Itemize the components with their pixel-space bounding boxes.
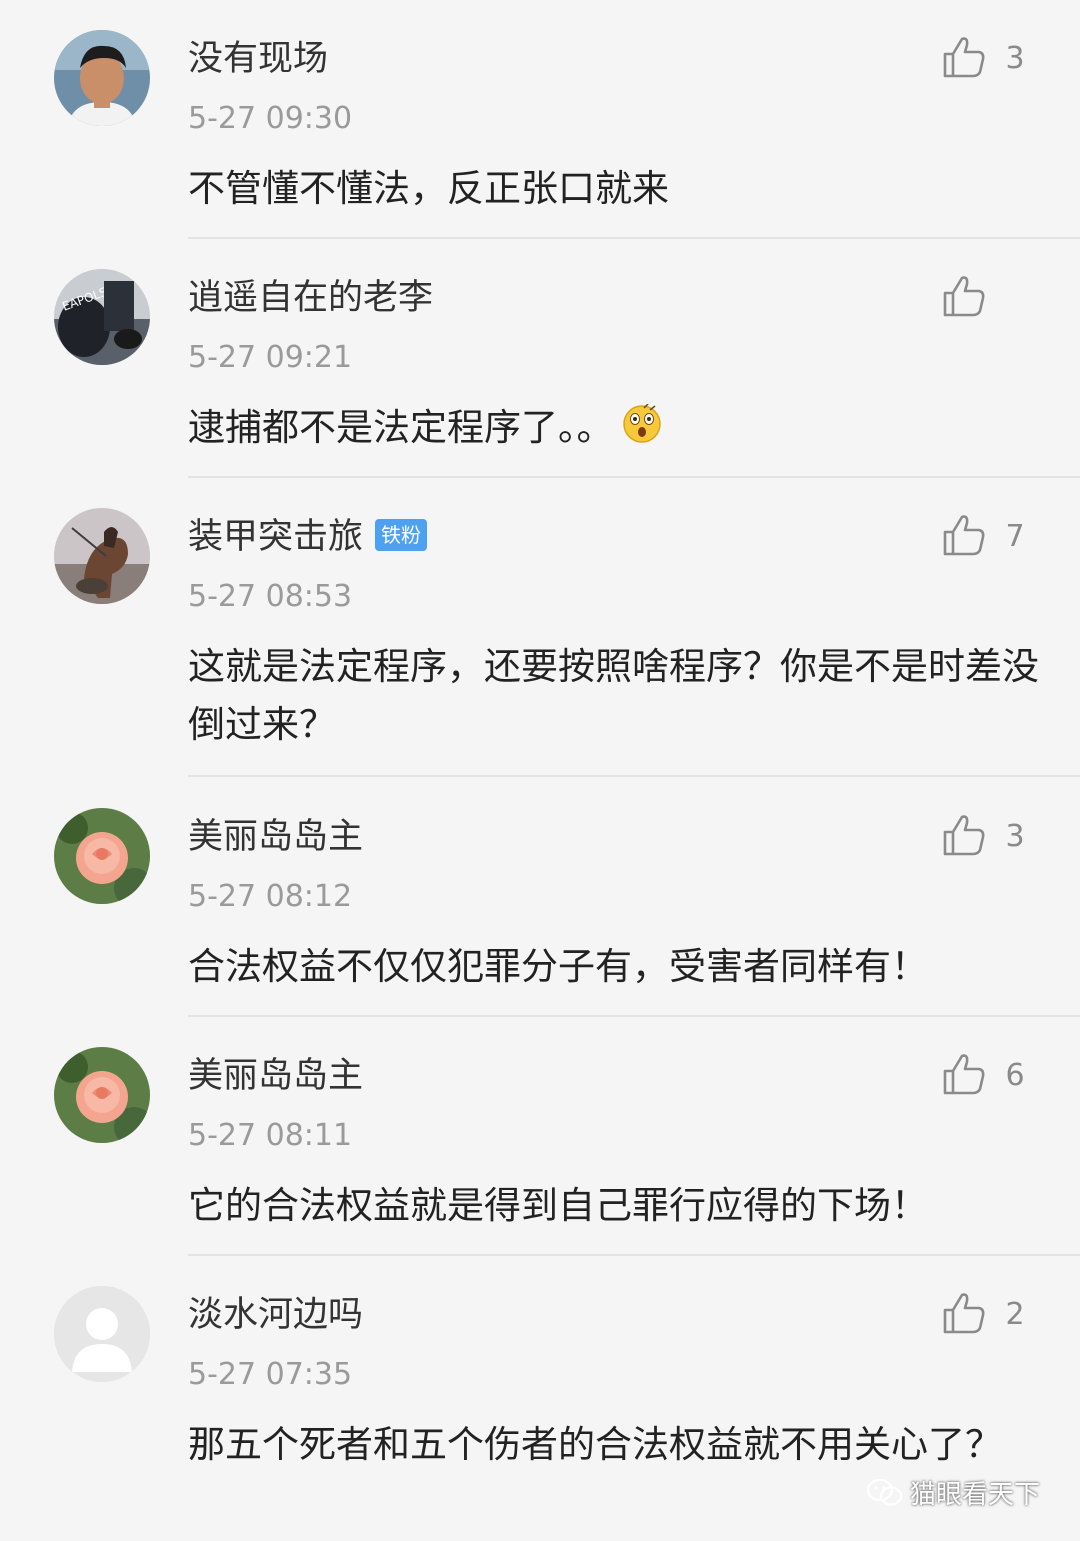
watermark-text: 猫眼看天下 bbox=[910, 1480, 1041, 1510]
comment-username[interactable]: 装甲突击旅 铁粉 bbox=[188, 514, 428, 560]
like-button[interactable]: 3 bbox=[940, 812, 1032, 860]
like-count: 6 bbox=[1005, 1057, 1025, 1093]
man-portrait-avatar[interactable] bbox=[54, 30, 150, 126]
comment-item: 没有现场 5-27 09:30 3 不管懂不懂法，反正张口就来 bbox=[0, 0, 1080, 240]
comment-time: 5-27 08:12 bbox=[188, 879, 353, 914]
wechat-icon bbox=[866, 1477, 904, 1509]
thumbs-up-icon bbox=[940, 512, 988, 560]
thumbs-up-icon bbox=[940, 34, 988, 82]
comment-list: 没有现场 5-27 09:30 3 不管懂不懂法，反正张口就来 EAPOLS 逍… bbox=[0, 0, 1080, 1541]
comment-text: 它的合法权益就是得到自己罪行应得的下场！ bbox=[188, 1184, 928, 1227]
comment-text: 不管懂不懂法，反正张口就来 bbox=[188, 167, 669, 210]
thumbs-up-icon bbox=[940, 1051, 988, 1099]
comment-item: EAPOLS 逍遥自在的老李 5-27 09:21 逮捕都不是法定程序了。。 bbox=[0, 239, 1080, 479]
comment-item: 美丽岛岛主 5-27 08:11 6 它的合法权益就是得到自己罪行应得的下场！ bbox=[0, 1017, 1080, 1257]
comment-text: 那五个死者和五个伤者的合法权益就不用关心了？ bbox=[188, 1423, 1002, 1466]
comment-item: 装甲突击旅 铁粉 5-27 08:53 7 这就是法定程序，还要按照啥程序？你是不… bbox=[0, 478, 1080, 778]
like-count: 3 bbox=[1005, 40, 1025, 76]
default-user-avatar[interactable] bbox=[54, 1286, 150, 1382]
comment-time: 5-27 09:30 bbox=[188, 101, 353, 136]
comment-time: 5-27 08:53 bbox=[188, 579, 353, 614]
comment-divider bbox=[188, 775, 1080, 777]
photo-avatar[interactable]: EAPOLS bbox=[54, 269, 150, 365]
comment-text: 合法权益不仅仅犯罪分子有，受害者同样有！ bbox=[188, 945, 928, 988]
like-button[interactable] bbox=[940, 273, 1032, 321]
comment-username-text: 装甲突击旅 bbox=[188, 517, 364, 557]
horse-rider-avatar[interactable] bbox=[54, 508, 150, 604]
rose-avatar[interactable] bbox=[54, 1047, 150, 1143]
like-count: 3 bbox=[1005, 818, 1025, 854]
like-button[interactable]: 7 bbox=[940, 512, 1032, 560]
rose-avatar[interactable] bbox=[54, 808, 150, 904]
comment-username[interactable]: 美丽岛岛主 bbox=[188, 1053, 363, 1099]
shocked-face-emoji-icon bbox=[622, 403, 662, 443]
like-button[interactable]: 3 bbox=[940, 34, 1032, 82]
thumbs-up-icon bbox=[940, 273, 988, 321]
thumbs-up-icon bbox=[940, 1290, 988, 1338]
comment-time: 5-27 08:11 bbox=[188, 1118, 353, 1153]
like-count: 7 bbox=[1005, 518, 1025, 554]
comment-username[interactable]: 美丽岛岛主 bbox=[188, 814, 363, 860]
comment-text-content: 逮捕都不是法定程序了。。 bbox=[188, 406, 614, 449]
comment-username[interactable]: 逍遥自在的老李 bbox=[188, 275, 433, 321]
comment-time: 5-27 07:35 bbox=[188, 1357, 353, 1392]
like-count: 2 bbox=[1005, 1296, 1025, 1332]
watermark: 猫眼看天下 bbox=[866, 1474, 1040, 1511]
comment-text: 这就是法定程序，还要按照啥程序？你是不是时差没倒过来？ bbox=[188, 645, 1039, 746]
comment-time: 5-27 09:21 bbox=[188, 340, 353, 375]
thumbs-up-icon bbox=[940, 812, 988, 860]
like-button[interactable]: 2 bbox=[940, 1290, 1032, 1338]
comment-item: 美丽岛岛主 5-27 08:12 3 合法权益不仅仅犯罪分子有，受害者同样有！ bbox=[0, 778, 1080, 1018]
comment-username[interactable]: 淡水河边吗 bbox=[188, 1292, 363, 1338]
comment-text: 逮捕都不是法定程序了。。 bbox=[188, 399, 1040, 457]
fan-badge: 铁粉 bbox=[375, 519, 428, 551]
comment-username[interactable]: 没有现场 bbox=[188, 36, 328, 82]
like-button[interactable]: 6 bbox=[940, 1051, 1032, 1099]
